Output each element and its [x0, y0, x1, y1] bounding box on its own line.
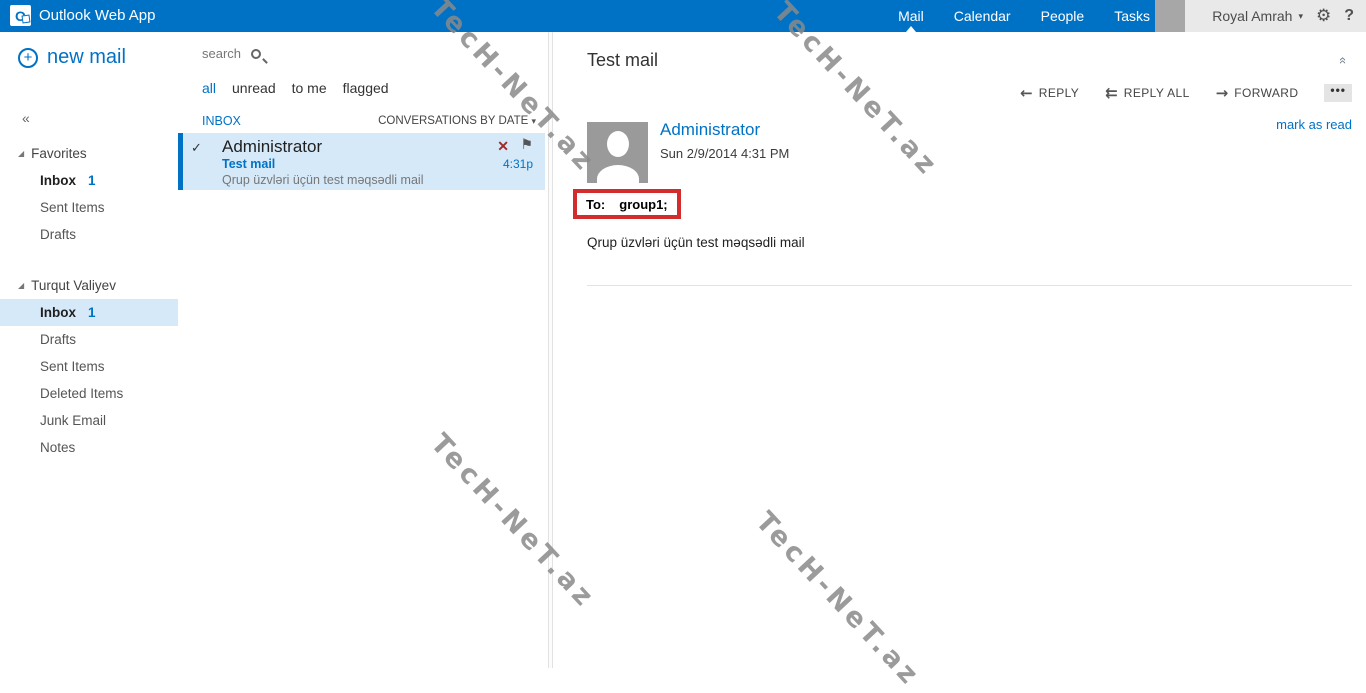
- filter-unread[interactable]: unread: [232, 80, 276, 96]
- folder-sidebar: + new mail « ◢ Favorites Inbox 1 Sent Ite…: [0, 32, 178, 668]
- mail-item-preview: Qrup üzvləri üçün test məqsədli mail: [222, 173, 423, 187]
- message-list-pane: search all unread to me flagged INBOX CO…: [178, 32, 548, 668]
- user-caret-icon[interactable]: ▾: [1298, 11, 1303, 22]
- to-recipient[interactable]: group1;: [619, 197, 667, 212]
- sidebar-item-favorites-drafts[interactable]: Drafts: [0, 221, 178, 248]
- reply-label: REPLY: [1039, 86, 1079, 100]
- top-bar: O Outlook Web App Mail Calendar People T…: [0, 0, 1366, 32]
- tree-expand-icon: ◢: [18, 149, 24, 158]
- reply-all-button[interactable]: ⇇ REPLY ALL: [1105, 84, 1189, 102]
- tab-calendar[interactable]: Calendar: [954, 0, 1011, 32]
- read-check-icon: ✓: [191, 140, 202, 156]
- sidebar-item-notes[interactable]: Notes: [0, 434, 178, 461]
- tab-people[interactable]: People: [1041, 0, 1085, 32]
- mailbox-title: Turqut Valiyev: [31, 278, 116, 293]
- folder-label: Sent Items: [40, 359, 105, 374]
- avatar-head-shape: [607, 131, 629, 157]
- flag-icon[interactable]: ⚑: [520, 137, 533, 153]
- unread-count: 1: [88, 173, 96, 188]
- user-menu[interactable]: Royal Amrah: [1212, 8, 1292, 24]
- sort-label: CONVERSATIONS BY DATE: [378, 115, 528, 127]
- help-icon[interactable]: ?: [1344, 7, 1354, 25]
- mail-list-item[interactable]: ✓ Administrator Test mail Qrup üzvləri ü…: [178, 133, 545, 190]
- user-area: Royal Amrah ▾ ⚙ ?: [1185, 0, 1366, 32]
- reply-arrow-icon: ←: [1020, 84, 1033, 102]
- sort-dropdown[interactable]: CONVERSATIONS BY DATE ▾: [378, 115, 536, 127]
- tab-mail[interactable]: Mail: [898, 0, 924, 32]
- folder-label: Notes: [40, 440, 75, 455]
- new-mail-label: new mail: [47, 46, 126, 69]
- reply-all-arrow-icon: ⇇: [1105, 84, 1118, 102]
- tree-expand-icon: ◢: [18, 281, 24, 290]
- sidebar-item-sent[interactable]: Sent Items: [0, 353, 178, 380]
- message-divider: [587, 285, 1352, 286]
- filter-tabs: all unread to me flagged: [202, 80, 389, 96]
- folder-label: Deleted Items: [40, 386, 123, 401]
- search-placeholder: search: [202, 46, 241, 61]
- collapse-sidebar-icon[interactable]: «: [22, 110, 30, 126]
- folder-label: Drafts: [40, 332, 76, 347]
- app-title: Outlook Web App: [39, 7, 155, 24]
- mail-item-sender: Administrator: [222, 137, 322, 157]
- mark-as-read-link[interactable]: mark as read: [1276, 117, 1352, 132]
- favorites-title: Favorites: [31, 146, 87, 161]
- to-label: To:: [586, 197, 605, 212]
- mailbox-section-header[interactable]: ◢ Turqut Valiyev: [0, 272, 178, 299]
- sidebar-item-favorites-inbox[interactable]: Inbox 1: [0, 167, 178, 194]
- sidebar-item-favorites-sent[interactable]: Sent Items: [0, 194, 178, 221]
- message-subject: Test mail: [587, 50, 658, 71]
- settings-gear-icon[interactable]: ⚙: [1316, 8, 1331, 25]
- favorites-section-header[interactable]: ◢ Favorites: [0, 140, 178, 167]
- message-date: Sun 2/9/2014 4:31 PM: [660, 146, 789, 161]
- sender-name[interactable]: Administrator: [660, 120, 760, 140]
- reply-button[interactable]: ← REPLY: [1020, 84, 1079, 102]
- sidebar-item-junk[interactable]: Junk Email: [0, 407, 178, 434]
- search-box[interactable]: search: [202, 46, 261, 61]
- sidebar-item-inbox[interactable]: Inbox 1: [0, 299, 178, 326]
- unread-count: 1: [88, 305, 96, 320]
- forward-label: FORWARD: [1234, 86, 1298, 100]
- folder-label: Junk Email: [40, 413, 106, 428]
- message-body: Qrup üzvləri üçün test məqsədli mail: [587, 235, 805, 250]
- current-folder-label: INBOX: [202, 114, 241, 128]
- forward-arrow-icon: →: [1216, 84, 1229, 102]
- mail-item-time: 4:31p: [503, 157, 533, 171]
- avatar-body-shape: [597, 165, 639, 183]
- list-header: INBOX CONVERSATIONS BY DATE ▾: [202, 114, 536, 128]
- folder-label: Inbox: [40, 173, 76, 188]
- filter-tome[interactable]: to me: [292, 80, 327, 96]
- filter-all[interactable]: all: [202, 80, 216, 96]
- forward-button[interactable]: → FORWARD: [1216, 84, 1299, 102]
- topbar-divider-block: [1155, 0, 1185, 32]
- to-recipient-annotation: To: group1;: [573, 189, 681, 219]
- outlook-envelope-icon: [21, 14, 30, 23]
- collapse-reading-icon[interactable]: «: [1336, 57, 1351, 62]
- folder-label: Drafts: [40, 227, 76, 242]
- top-navigation: Mail Calendar People Tasks: [898, 0, 1150, 32]
- sender-avatar: [587, 122, 648, 183]
- filter-flagged[interactable]: flagged: [343, 80, 389, 96]
- tree-spacer: [0, 248, 178, 272]
- mail-item-subject: Test mail: [222, 157, 275, 171]
- delete-icon[interactable]: ✕: [497, 138, 509, 155]
- plus-circle-icon: +: [18, 48, 38, 68]
- sidebar-item-drafts[interactable]: Drafts: [0, 326, 178, 353]
- outlook-logo-icon: O: [10, 5, 31, 26]
- more-actions-button[interactable]: •••: [1324, 84, 1352, 102]
- new-mail-button[interactable]: + new mail: [18, 46, 126, 69]
- message-toolbar: ← REPLY ⇇ REPLY ALL → FORWARD •••: [1020, 84, 1352, 102]
- chevron-down-icon: ▾: [531, 116, 536, 126]
- search-icon[interactable]: [251, 49, 261, 59]
- folder-tree: ◢ Favorites Inbox 1 Sent Items Drafts ◢ T…: [0, 140, 178, 461]
- tab-tasks[interactable]: Tasks: [1114, 0, 1150, 32]
- sidebar-item-deleted[interactable]: Deleted Items: [0, 380, 178, 407]
- reading-pane: Test mail « ← REPLY ⇇ REPLY ALL → FORWAR…: [553, 32, 1366, 668]
- reply-all-label: REPLY ALL: [1124, 86, 1190, 100]
- folder-label: Sent Items: [40, 200, 105, 215]
- brand: O Outlook Web App: [10, 5, 155, 26]
- folder-label: Inbox: [40, 305, 76, 320]
